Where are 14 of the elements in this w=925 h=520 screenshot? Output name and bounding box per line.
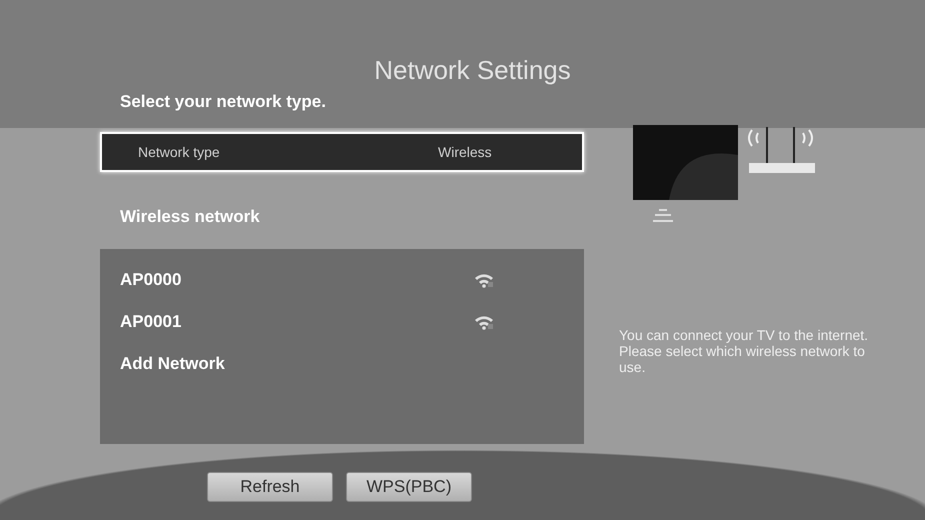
section-label: Wireless network bbox=[119, 206, 261, 228]
network-type-row[interactable]: Network type Wireless bbox=[100, 132, 584, 172]
network-type-value: Wireless bbox=[438, 144, 492, 160]
network-name[interactable]: AP0000 bbox=[120, 270, 182, 290]
help-text: You can connect your TV to the internet. Please select which wireless network to use. bbox=[619, 327, 870, 375]
screen-title: Network Settings bbox=[373, 54, 572, 85]
wifi-lock-icon bbox=[474, 272, 494, 288]
network-type-label: Network type bbox=[137, 144, 221, 160]
action-button[interactable]: Refresh bbox=[207, 472, 333, 502]
prompt-text: Select your network type. bbox=[119, 91, 327, 113]
wifi-lock-icon bbox=[474, 314, 494, 330]
action-button[interactable]: WPS(PBC) bbox=[346, 472, 472, 502]
network-name[interactable]: AP0001 bbox=[120, 312, 182, 332]
add-network-item[interactable]: Add Network bbox=[120, 354, 225, 374]
